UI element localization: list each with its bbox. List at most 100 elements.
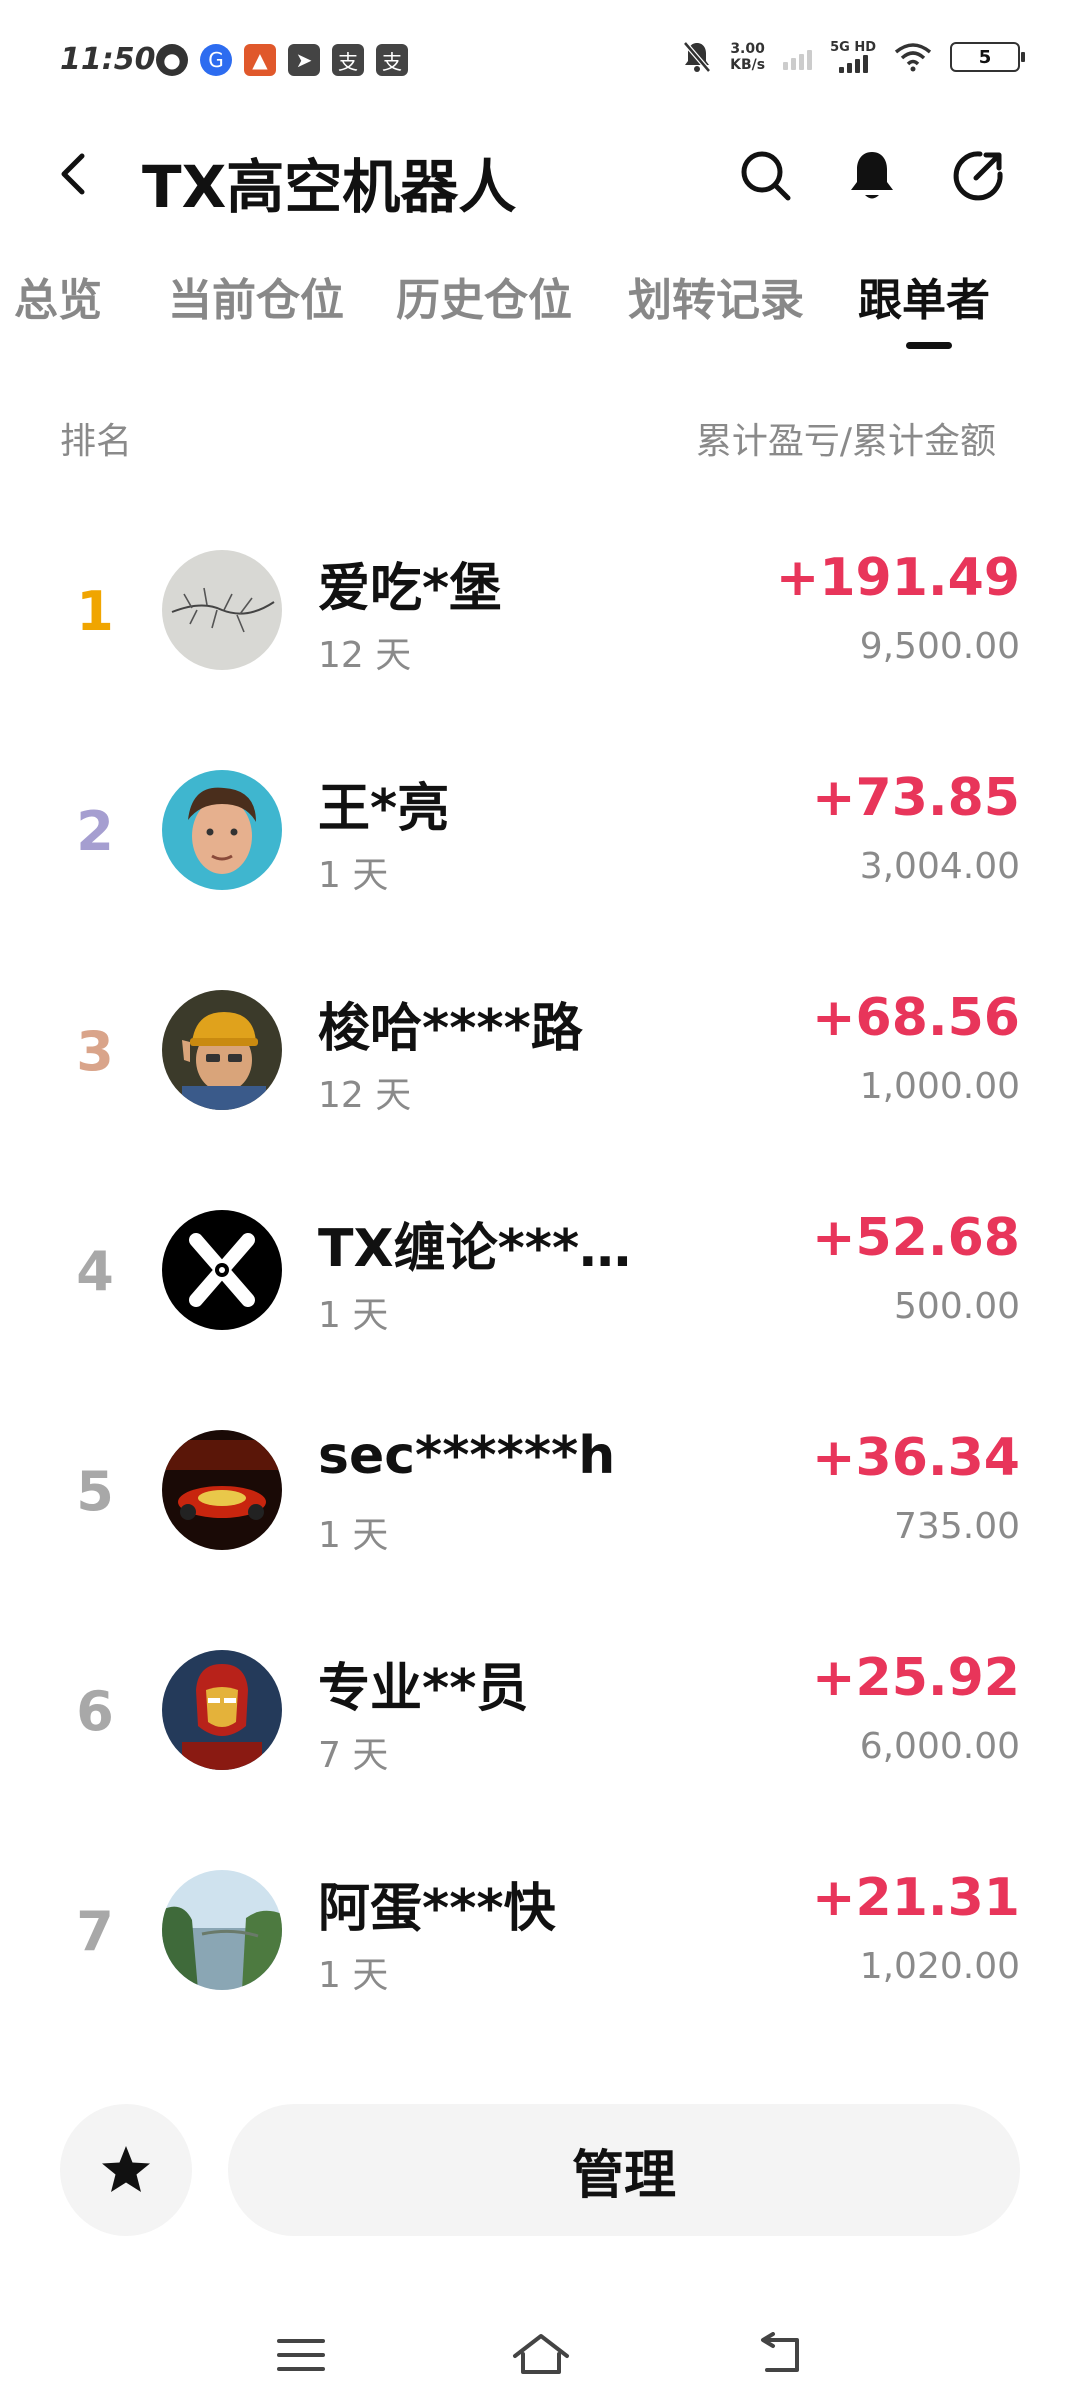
favorite-button[interactable] bbox=[60, 2104, 192, 2236]
qq-icon: ● bbox=[156, 44, 188, 76]
cumulative-pnl: +68.56 bbox=[811, 988, 1020, 1048]
net-speed-unit: KB/s bbox=[730, 57, 766, 73]
rank-number: 4 bbox=[76, 1240, 114, 1303]
cumulative-pnl: +73.85 bbox=[811, 768, 1020, 828]
chevron-left-icon bbox=[61, 153, 85, 195]
list-header: 排名 累计盈亏/累计金额 bbox=[60, 412, 996, 472]
rank-number: 1 bbox=[76, 580, 114, 643]
notification-icons: ● G ▲ ➤ 支 支 bbox=[156, 44, 408, 76]
tab-history-positions[interactable]: 历史仓位 bbox=[396, 264, 572, 328]
follow-days: 7 天 bbox=[318, 1735, 389, 1776]
alipay-icon: 支 bbox=[376, 44, 408, 76]
cumulative-pnl: +52.68 bbox=[811, 1208, 1020, 1268]
search-icon bbox=[741, 151, 791, 201]
avatar bbox=[162, 990, 282, 1110]
page: 11:50 ● G ▲ ➤ 支 支 3.00 KB/s 5 G HD 5 TX高空… bbox=[0, 0, 1080, 2408]
cumulative-amount: 735.00 bbox=[894, 1506, 1020, 1547]
app-icon: ▲ bbox=[244, 44, 276, 76]
signal-sim2: 5G HD bbox=[830, 41, 876, 73]
avatar bbox=[162, 1210, 282, 1330]
wifi-icon bbox=[894, 43, 932, 72]
rank-column-label: 排名 bbox=[60, 421, 133, 462]
cumulative-pnl: +191.49 bbox=[775, 548, 1020, 608]
alipay-icon: 支 bbox=[332, 44, 364, 76]
cumulative-amount: 6,000.00 bbox=[859, 1726, 1020, 1767]
avatar bbox=[162, 550, 282, 670]
follower-name: 专业**员 bbox=[318, 1659, 529, 1719]
status-right: 3.00 KB/s 5G HD 5 bbox=[682, 40, 1025, 74]
app-icon: G bbox=[200, 44, 232, 76]
list-item[interactable]: 6 专业**员 7 天 +25.92 6,000.00 bbox=[0, 1620, 1080, 1840]
signal-icon bbox=[838, 55, 868, 73]
back-button[interactable] bbox=[44, 144, 104, 204]
status-time: 11:50 bbox=[60, 42, 156, 77]
app-header: TX高空机器人 bbox=[0, 120, 1080, 230]
rank-number: 3 bbox=[76, 1020, 114, 1083]
follow-days: 1 天 bbox=[318, 855, 389, 896]
avatar bbox=[162, 1650, 282, 1770]
star-icon bbox=[102, 2146, 150, 2192]
menu-button[interactable] bbox=[266, 2320, 336, 2390]
avatar bbox=[162, 770, 282, 890]
cumulative-pnl: +21.31 bbox=[811, 1868, 1020, 1928]
follow-days: 1 天 bbox=[318, 1955, 389, 1996]
home-icon bbox=[513, 2334, 569, 2374]
follower-name: 王*亮 bbox=[318, 779, 450, 839]
follower-name: 阿蛋***快 bbox=[318, 1879, 556, 1939]
follower-name: TX缠论****... bbox=[318, 1219, 638, 1279]
list-item[interactable]: 7 阿蛋***快 1 天 +21.31 1,020.00 bbox=[0, 1840, 1080, 2060]
cumulative-amount: 9,500.00 bbox=[859, 626, 1020, 667]
rank-number: 5 bbox=[76, 1460, 114, 1523]
follower-list: 1 爱吃*堡 12 天 +191.49 9,500.00 2 王*亮 1 天 +… bbox=[0, 520, 1080, 2060]
list-item[interactable]: 5 sec******h 1 天 +36.34 735.00 bbox=[0, 1400, 1080, 1620]
page-title: TX高空机器人 bbox=[142, 153, 517, 221]
home-button[interactable] bbox=[506, 2320, 576, 2390]
active-tab-indicator bbox=[906, 342, 952, 349]
rank-number: 7 bbox=[76, 1900, 114, 1963]
manage-button[interactable]: 管理 bbox=[228, 2104, 1020, 2236]
pnl-column-label: 累计盈亏/累计金额 bbox=[695, 421, 996, 462]
tab-current-positions[interactable]: 当前仓位 bbox=[168, 264, 344, 328]
cumulative-amount: 3,004.00 bbox=[859, 846, 1020, 887]
net-speed: 3.00 KB/s bbox=[730, 41, 765, 73]
bell-icon bbox=[851, 152, 893, 199]
tab-transfer-records[interactable]: 划转记录 bbox=[628, 264, 804, 328]
share-icon bbox=[953, 151, 1003, 201]
net-speed-value: 3.00 bbox=[730, 41, 765, 57]
back-nav-icon bbox=[761, 2332, 799, 2372]
list-item[interactable]: 4 TX缠论****... 1 天 +52.68 500.00 bbox=[0, 1180, 1080, 1400]
follower-name: sec******h bbox=[318, 1426, 616, 1486]
list-item[interactable]: 1 爱吃*堡 12 天 +191.49 9,500.00 bbox=[0, 520, 1080, 740]
cumulative-amount: 1,020.00 bbox=[859, 1946, 1020, 1987]
tab-overview[interactable]: 总览 bbox=[14, 264, 102, 328]
tab-bar: 总览 当前仓位 历史仓位 划转记录 跟单者 bbox=[0, 250, 1080, 360]
avatar bbox=[162, 1430, 282, 1550]
mute-bell-icon bbox=[683, 41, 712, 73]
cumulative-amount: 500.00 bbox=[894, 1286, 1020, 1327]
back-nav-button[interactable] bbox=[746, 2320, 816, 2390]
search-button[interactable] bbox=[734, 144, 798, 208]
battery-indicator: 5 bbox=[950, 42, 1025, 72]
list-item[interactable]: 3 梭哈****路 12 天 +68.56 1,000.00 bbox=[0, 960, 1080, 1180]
follow-days: 1 天 bbox=[318, 1295, 389, 1336]
list-item[interactable]: 2 王*亮 1 天 +73.85 3,004.00 bbox=[0, 740, 1080, 960]
follower-name: 爱吃*堡 bbox=[318, 559, 502, 619]
cumulative-amount: 1,000.00 bbox=[859, 1066, 1020, 1107]
share-button[interactable] bbox=[946, 144, 1010, 208]
follow-days: 12 天 bbox=[318, 635, 412, 676]
tab-followers[interactable]: 跟单者 bbox=[858, 264, 990, 328]
notifications-button[interactable] bbox=[840, 144, 904, 208]
avatar bbox=[162, 1870, 282, 1990]
cumulative-pnl: +25.92 bbox=[811, 1648, 1020, 1708]
follower-name: 梭哈****路 bbox=[318, 999, 583, 1059]
system-nav-bar bbox=[0, 2300, 1080, 2408]
telegram-icon: ➤ bbox=[288, 44, 320, 76]
rank-number: 2 bbox=[76, 800, 114, 863]
follow-days: 12 天 bbox=[318, 1075, 412, 1116]
rank-number: 6 bbox=[76, 1680, 114, 1743]
menu-icon bbox=[277, 2339, 325, 2371]
cumulative-pnl: +36.34 bbox=[811, 1428, 1020, 1488]
status-bar: 11:50 ● G ▲ ➤ 支 支 3.00 KB/s 5 G HD 5 bbox=[0, 0, 1080, 120]
signal-sim1-icon bbox=[783, 44, 813, 70]
follow-days: 1 天 bbox=[318, 1515, 389, 1556]
